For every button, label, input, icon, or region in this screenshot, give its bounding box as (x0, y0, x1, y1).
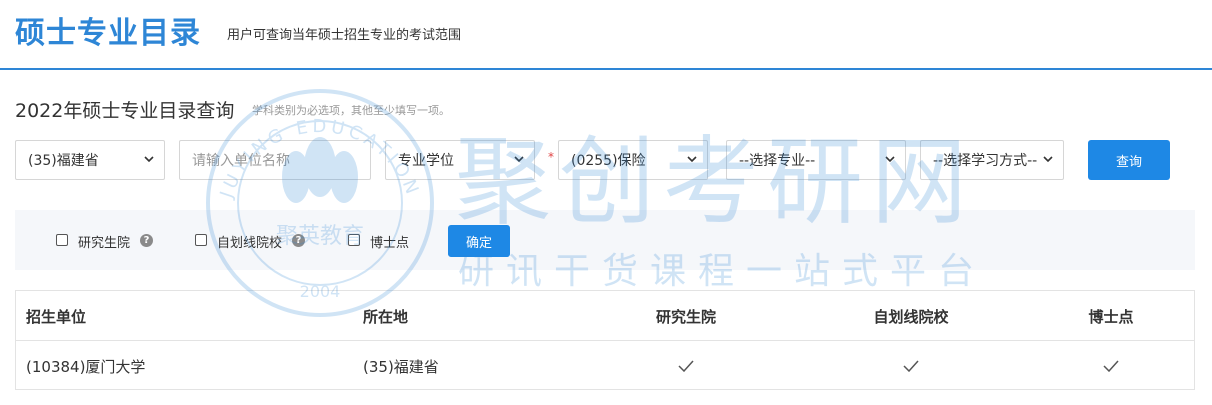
doctoral-checkbox[interactable] (348, 234, 360, 246)
confirm-button[interactable]: 确定 (448, 225, 510, 257)
chevron-down-icon (144, 156, 154, 163)
chevron-down-icon (514, 156, 524, 163)
unit-name-placeholder: 请输入单位名称 (192, 153, 290, 169)
cell-self-line (846, 341, 976, 391)
query-hint: 学科类别为必选项，其他至少填写一项。 (252, 104, 450, 117)
column-header-location: 所在地 (363, 307, 409, 326)
watermark: 聚英教育 2004 JUYING EDUCATION 聚创考研网 研讯干货课程一… (206, 89, 974, 317)
major-select[interactable]: --选择专业-- (726, 140, 906, 180)
cell-doctoral (1056, 341, 1166, 391)
graduate-school-checkbox[interactable] (56, 234, 68, 246)
chevron-down-icon (687, 156, 697, 163)
question-icon[interactable]: ? (140, 234, 153, 247)
check-icon (678, 360, 694, 372)
self-line-checkbox[interactable] (195, 234, 207, 246)
graduate-school-label: 研究生院 (78, 236, 131, 251)
question-icon[interactable]: ? (292, 234, 305, 247)
cell-location: (35)福建省 (363, 357, 439, 376)
study-mode-value: --选择学习方式-- (933, 153, 1038, 169)
unit-name-input[interactable]: 请输入单位名称 (179, 140, 371, 180)
page-header: 硕士专业目录 用户可查询当年硕士招生专业的考试范围 (0, 0, 1212, 70)
page-subtitle: 用户可查询当年硕士招生专业的考试范围 (227, 28, 462, 43)
search-button[interactable]: 查询 (1088, 140, 1170, 180)
major-value: --选择专业-- (739, 153, 816, 169)
degree-type-select[interactable]: 专业学位 (385, 140, 535, 180)
required-mark: * (548, 150, 554, 164)
watermark-seal: 聚英教育 2004 JUYING EDUCATION (206, 89, 434, 317)
chevron-down-icon (885, 156, 895, 163)
degree-type-value: 专业学位 (398, 153, 454, 169)
doctoral-label: 博士点 (370, 236, 410, 251)
column-header-doctoral: 博士点 (1088, 307, 1134, 326)
table-row: (10384)厦门大学 (35)福建省 (16, 341, 1194, 391)
cell-graduate-school (626, 341, 746, 391)
column-header-self-line: 自划线院校 (873, 307, 949, 326)
province-select[interactable]: (35)福建省 (15, 140, 165, 180)
table-header-row: 招生单位 所在地 研究生院 自划线院校 博士点 (16, 291, 1194, 341)
filter-bar (15, 210, 1195, 270)
column-header-graduate-school: 研究生院 (655, 307, 716, 326)
discipline-value: (0255)保险 (571, 153, 646, 169)
check-icon (903, 360, 919, 372)
check-icon (1103, 360, 1119, 372)
column-header-unit: 招生单位 (26, 307, 87, 326)
province-select-value: (35)福建省 (28, 153, 99, 169)
discipline-select[interactable]: (0255)保险 (558, 140, 708, 180)
study-mode-select[interactable]: --选择学习方式-- (920, 140, 1064, 180)
cell-unit[interactable]: (10384)厦门大学 (26, 341, 145, 391)
results-table: 招生单位 所在地 研究生院 自划线院校 博士点 (10384)厦门大学 (35)… (15, 290, 1195, 390)
self-line-label: 自划线院校 (217, 236, 283, 251)
chevron-down-icon (1043, 156, 1053, 163)
query-title: 2022年硕士专业目录查询 (15, 100, 235, 122)
page-title: 硕士专业目录 (15, 16, 201, 51)
